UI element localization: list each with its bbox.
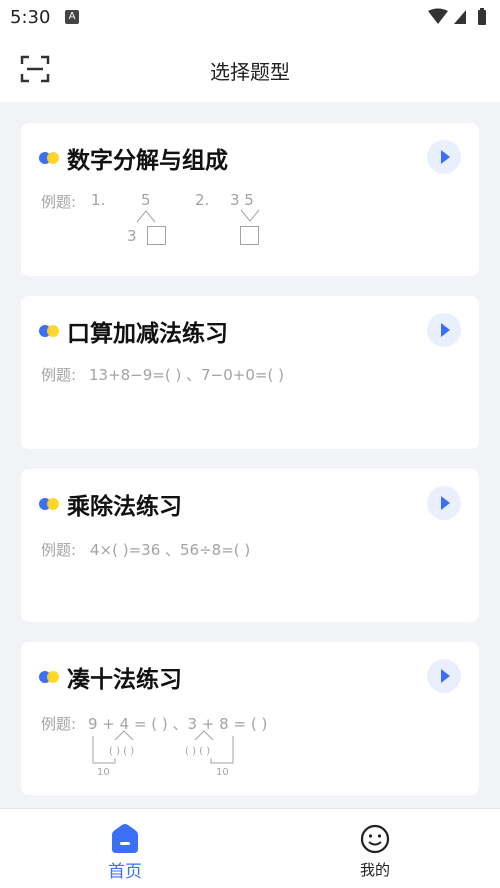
answer-box — [147, 226, 166, 245]
example-label: 例题: — [41, 366, 77, 384]
tab-label: 首页 — [108, 862, 142, 882]
play-icon — [441, 669, 450, 683]
page-title: 选择题型 — [210, 60, 290, 84]
card-mental-add-subtract[interactable]: 口算加减法练习 例题: 13+8−9=( ) 、7−0+0=( ) — [21, 296, 479, 449]
merge-icon — [240, 209, 260, 222]
example-text: 13+8−9=( ) 、7−0+0=( ) — [89, 366, 284, 384]
example-label: 例题: — [41, 715, 77, 733]
card-title: 数字分解与组成 — [67, 148, 228, 174]
status-bar: 5:30 A — [0, 0, 500, 36]
example-label: 例题: — [41, 541, 77, 559]
play-icon — [441, 323, 450, 337]
question-type-list: 数字分解与组成 例题: 1. 5 3 2. 3 5 口算加减法练习 例题: 13… — [0, 102, 500, 808]
diagram1-top: 5 — [141, 191, 151, 209]
sub-answer-left: ( ) ( ) — [109, 746, 135, 757]
tab-home[interactable]: 首页 — [0, 809, 250, 888]
example-text: 4×( )=36 、56÷8=( ) — [90, 541, 251, 559]
sub-answer-right: ( ) ( ) — [185, 746, 211, 757]
answer-box — [240, 226, 259, 245]
play-button[interactable] — [427, 313, 461, 347]
dots-icon — [39, 671, 61, 683]
example-label: 例题: — [41, 193, 77, 211]
app-header: 选择题型 — [0, 36, 500, 102]
home-icon — [112, 824, 138, 853]
dots-icon — [39, 325, 61, 337]
tab-mine[interactable]: 我的 — [250, 809, 500, 888]
card-make-ten[interactable]: 凑十法练习 例题: 9 + 4 = ( ) 、3 + 8 = ( ) ( ) (… — [21, 642, 479, 795]
ten-label-right: 10 — [216, 767, 229, 778]
smile-icon — [360, 824, 390, 854]
play-button[interactable] — [427, 486, 461, 520]
example-number-2: 2. — [195, 191, 210, 209]
signal-icons — [428, 8, 486, 25]
branch-icon — [136, 210, 156, 223]
dots-icon — [39, 152, 61, 164]
dots-icon — [39, 498, 61, 510]
bottom-tab-bar: 首页 我的 — [0, 808, 500, 888]
diagram1-left: 3 — [127, 227, 137, 245]
diagram2-top: 3 5 — [230, 191, 254, 209]
card-number-decomposition[interactable]: 数字分解与组成 例题: 1. 5 3 2. 3 5 — [21, 123, 479, 276]
play-icon — [441, 496, 450, 510]
example-number-1: 1. — [91, 191, 106, 209]
play-button[interactable] — [427, 659, 461, 693]
tab-label: 我的 — [359, 861, 390, 879]
card-title: 乘除法练习 — [67, 494, 182, 520]
play-icon — [441, 150, 450, 164]
status-time: 5:30 — [10, 7, 51, 28]
card-title: 凑十法练习 — [67, 667, 182, 693]
card-multiply-divide[interactable]: 乘除法练习 例题: 4×( )=36 、56÷8=( ) — [21, 469, 479, 622]
a-icon: A — [65, 10, 79, 24]
ten-label-left: 10 — [97, 767, 110, 778]
play-button[interactable] — [427, 140, 461, 174]
card-title: 口算加减法练习 — [67, 321, 228, 347]
